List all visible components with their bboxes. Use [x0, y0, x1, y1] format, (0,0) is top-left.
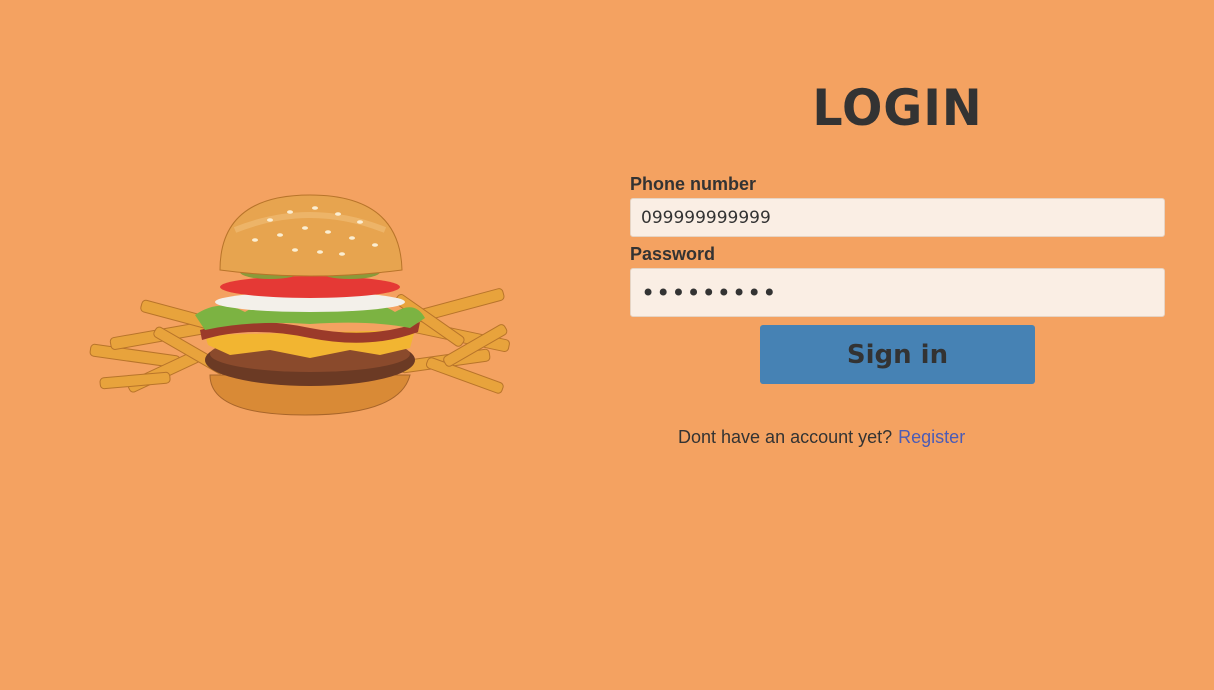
register-link[interactable]: Register [898, 427, 965, 447]
register-row: Dont have an account yet? Register [678, 426, 965, 448]
phone-number-label: Phone number [630, 174, 757, 194]
register-prompt: Dont have an account yet? [678, 427, 893, 447]
login-page: LOGIN Phone number Password Sign in Dont… [0, 0, 1214, 690]
password-input[interactable] [630, 268, 1165, 317]
phone-number-input[interactable] [630, 198, 1165, 237]
burger-image [80, 190, 520, 420]
login-title: LOGIN [812, 79, 983, 137]
password-label: Password [630, 244, 716, 264]
sign-in-button[interactable]: Sign in [760, 325, 1035, 384]
